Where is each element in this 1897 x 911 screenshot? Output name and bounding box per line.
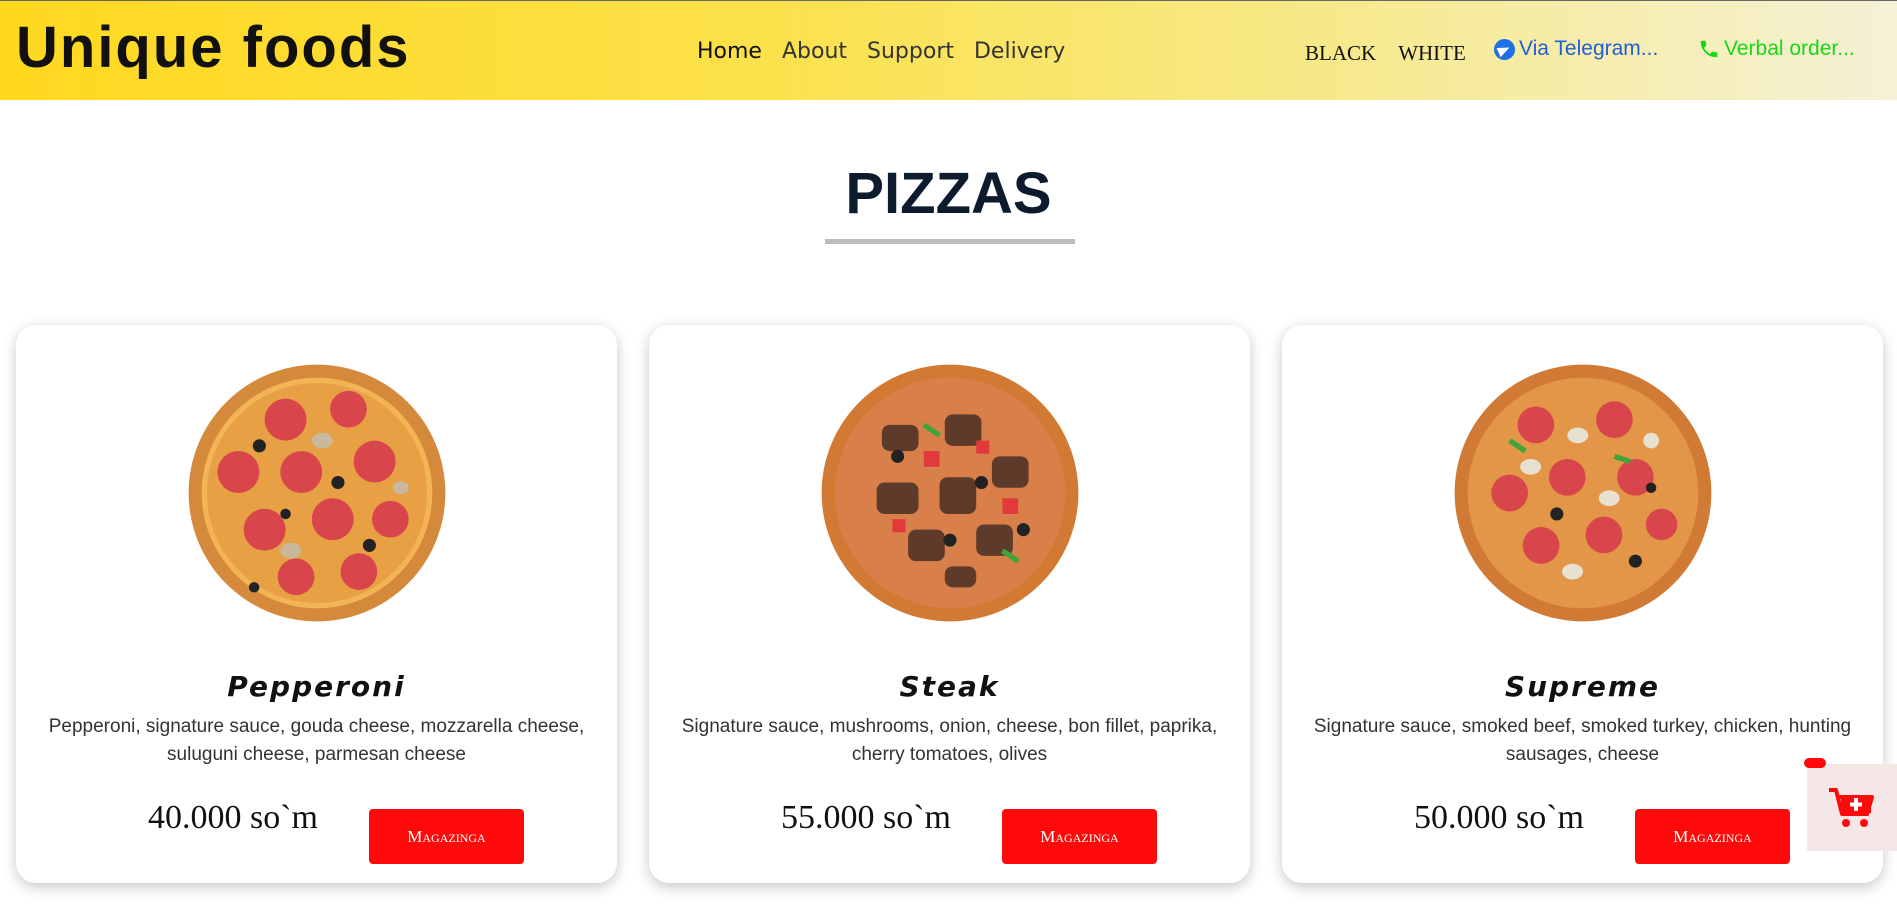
title-underline: [825, 239, 1075, 244]
nav-support[interactable]: Support: [867, 39, 954, 64]
product-card-supreme: Supreme Signature sauce, smoked beef, sm…: [1282, 325, 1883, 883]
supreme-pizza-image: [1454, 364, 1712, 622]
product-name: Pepperoni: [227, 670, 406, 703]
product-description: Pepperoni, signature sauce, gouda cheese…: [48, 716, 585, 765]
theme-switcher: BLACK WHITE: [1305, 41, 1466, 66]
product-price: 40.000 so`m: [148, 799, 318, 836]
section-title: PIZZAS: [845, 161, 1052, 226]
phone-label: Verbal order...: [1724, 37, 1855, 60]
phone-icon: [1700, 40, 1718, 58]
steak-pizza-image: [821, 364, 1079, 622]
nav-about[interactable]: About: [782, 39, 847, 64]
pepperoni-pizza-image: [188, 364, 446, 622]
site-logo[interactable]: Unique foods: [16, 19, 411, 77]
phone-order-link[interactable]: Verbal order...: [1698, 37, 1855, 61]
telegram-order-link[interactable]: Via Telegram...: [1494, 37, 1658, 61]
theme-black-button[interactable]: BLACK: [1305, 41, 1376, 66]
product-price: 55.000 so`m: [781, 799, 951, 836]
product-name: Steak: [899, 670, 1000, 703]
theme-white-button[interactable]: WHITE: [1398, 41, 1466, 66]
header: Unique foods Home About Support Delivery…: [0, 0, 1897, 100]
add-to-cart-button[interactable]: Magazinga: [369, 809, 524, 864]
telegram-label: Via Telegram...: [1519, 37, 1659, 60]
cart-plus-icon: [1829, 788, 1874, 827]
product-description: Signature sauce, mushrooms, onion, chees…: [681, 716, 1218, 765]
add-to-cart-button[interactable]: Magazinga: [1635, 809, 1790, 864]
product-description: Signature sauce, smoked beef, smoked tur…: [1313, 716, 1852, 765]
product-card-pepperoni: Pepperoni Pepperoni, signature sauce, go…: [16, 325, 617, 883]
nav-home[interactable]: Home: [697, 39, 762, 64]
product-card-steak: Steak Signature sauce, mushrooms, onion,…: [649, 325, 1250, 883]
product-price: 50.000 so`m: [1414, 799, 1584, 836]
nav-delivery[interactable]: Delivery: [974, 39, 1065, 64]
main-nav: Home About Support Delivery: [697, 39, 1065, 64]
floating-cart-button[interactable]: [1807, 764, 1897, 851]
cart-count-badge: [1804, 758, 1826, 768]
telegram-icon: [1494, 38, 1515, 60]
product-name: Supreme: [1504, 670, 1661, 703]
add-to-cart-button[interactable]: Magazinga: [1002, 809, 1157, 864]
